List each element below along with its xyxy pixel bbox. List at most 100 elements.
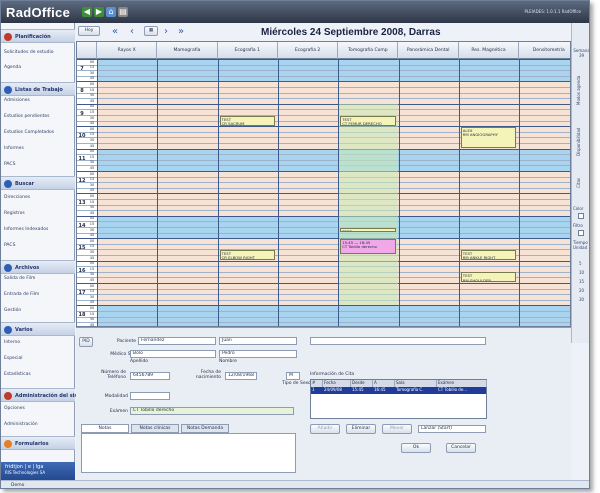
delete-button[interactable]: Eliminar [346,424,376,434]
calendar-picker-button[interactable]: ▦ [144,26,158,36]
home-icon[interactable]: ⌂ [106,7,116,17]
sidebar-item[interactable]: Solicitudes de estudio [4,50,54,55]
notes-banner-input[interactable] [310,337,486,345]
appointment-block[interactable]: TEST RM SHOULDER [460,272,517,283]
schedule-select[interactable]: Lanzar (Start) [418,425,486,433]
cancel-button[interactable]: Cancelar [446,443,476,453]
column-header-3[interactable]: Ecografía 2 [278,42,339,59]
sidebar-item[interactable]: Informes Indexados [4,227,48,232]
sidebar-item[interactable]: Gestión [4,308,21,313]
appointment-block[interactable]: TEST CR ELBOW RIGHT [219,249,276,261]
sidebar-item[interactable]: Entrada de Film [4,292,39,297]
last-week-button[interactable]: » [178,26,184,38]
column-header-4[interactable]: Tomografía Comp [338,42,399,59]
appointment-block[interactable]: TEST CR SACRUM [219,115,276,126]
time-unit-option[interactable]: 5 [579,261,582,266]
sidebar-section-6[interactable]: Formularios [1,436,75,450]
tab-modos-agenda[interactable]: Modos agenda [576,65,581,105]
notes-textarea[interactable] [81,433,296,473]
grid-line [77,154,570,156]
sidebar-item[interactable]: Registros [4,211,25,216]
sidebar-item[interactable]: Direcciones [4,195,30,200]
sidebar-item[interactable]: Agenda [4,65,21,70]
appointment-block[interactable]: 15:45 — 16:45 CT Tobillo derecho [340,238,396,255]
column-header-0[interactable]: Rayos X [97,42,158,59]
sidebar-item[interactable]: Estadísticas [4,372,31,377]
modality-select[interactable] [130,392,170,400]
table-column-header[interactable]: Fecha [323,380,351,387]
prev-day-button[interactable]: ‹ [130,26,134,38]
column-header-5[interactable]: Panorámica Dental [399,42,459,59]
column-header-6[interactable]: Res. Magnética [459,42,520,59]
table-column-header[interactable]: Exámen [437,380,487,387]
sidebar-section-1[interactable]: Listas de Trabajo [1,82,75,96]
sidebar-section-0[interactable]: Planificación [1,29,75,43]
doctor-first-name-input[interactable]: Pedro [219,350,297,358]
time-grid[interactable]: 00 15 30 45 7 00 15 30 45 8 00 15 30 45 9 00 15 30 45 10 00 1… [77,59,570,326]
sidebar-item[interactable]: Estudios Completados [4,130,54,135]
table-column-header[interactable]: A [373,380,395,387]
time-unit-option[interactable]: 20 [579,288,584,293]
table-column-header[interactable]: Desde [351,380,373,387]
first-week-button[interactable]: « [112,26,118,38]
exam-input[interactable]: CT Tobillo derecho [130,407,294,415]
patient-last-name-input[interactable]: Fernandez [138,337,216,345]
birth-date-input[interactable]: 12/08/1968 [225,372,257,380]
table-column-header[interactable]: # [311,380,323,387]
table-column-header[interactable]: Sala [395,380,437,387]
column-header-7[interactable]: Densitometría [519,42,570,59]
phone-input[interactable]: 6456789 [130,372,170,380]
appointment-block[interactable]: ALEX RM ANGIOGRAPHY [460,126,517,149]
sidebar-item[interactable]: Especial [4,356,23,361]
app-title: RadOffice [6,5,71,20]
sidebar-item[interactable]: Estudios pendientes [4,114,50,119]
appointment-block[interactable]: TEST RM ANKLE RIGHT [460,249,517,261]
sex-select[interactable]: M [286,372,300,380]
column-header-2[interactable]: Ecografía 1 [218,42,278,59]
sidebar: Planificación Solicitudes de estudio Agend… [1,23,92,480]
minute-label: 15 [89,65,95,70]
sidebar-section-5[interactable]: Administración del sistema [1,388,92,402]
color-checkbox[interactable] [578,213,584,219]
back-arrow-icon[interactable]: ◀ [82,7,92,17]
appointment-info-table[interactable]: # Fecha Desde A Sala Exámen 1 24/09/08 15:45 16:4… [310,379,487,419]
sidebar-item[interactable]: Informes [4,146,24,151]
add-button[interactable]: Añadir [310,424,340,434]
sidebar-section-4[interactable]: Varios [1,322,75,336]
printer-icon[interactable]: ▤ [118,7,128,17]
sidebar-section-2[interactable]: Buscar [1,176,75,190]
sidebar-item[interactable]: Salida de Film [4,276,35,281]
patient-first-name-input[interactable]: Juan [219,337,297,345]
column-header-1[interactable]: Mamografía [157,42,218,59]
filter-checkbox[interactable] [578,230,584,236]
grid-line [77,232,570,234]
tab-notes[interactable]: Notas [81,424,129,433]
tab-demand-notes[interactable]: Notas Demanda [181,424,229,433]
sidebar-item[interactable]: Administración [4,422,38,427]
sidebar-item[interactable]: Interno [4,340,20,345]
hour-label: 10 [78,133,86,140]
move-button[interactable]: Mover [382,424,412,434]
time-unit-option[interactable]: 10 [579,270,584,275]
forward-arrow-icon[interactable]: ▶ [94,7,104,17]
doctor-last-name-input[interactable]: Bolo [130,350,216,358]
pid-button[interactable]: PID [79,337,93,347]
tab-citas[interactable]: Citas [576,163,581,188]
sidebar-item[interactable]: PACS [4,162,15,167]
appointment-block[interactable]: TESTCT TÓRAX [340,227,396,233]
grid-line [77,92,570,94]
sidebar-item[interactable]: Opciones [4,406,25,411]
table-cell: CT Tobillo de... [438,387,468,392]
appointment-block[interactable]: TEST CT FEMUR DERECHO [340,115,396,126]
time-unit-option[interactable]: 30 [579,297,584,302]
tab-disponibilidad[interactable]: Disponibilidad [576,111,581,156]
next-day-button[interactable]: › [164,26,168,38]
ok-button[interactable]: Ok [401,443,431,453]
sidebar-item[interactable]: Admisiones [4,98,30,103]
sidebar-item[interactable]: PACS [4,243,15,248]
admin-icon [4,392,12,400]
time-unit-option[interactable]: 15 [579,279,584,284]
today-button[interactable]: Hoy [78,26,100,36]
sidebar-section-3[interactable]: Archivos [1,260,75,274]
tab-clinical-notes[interactable]: Notas clínicas [131,424,179,433]
